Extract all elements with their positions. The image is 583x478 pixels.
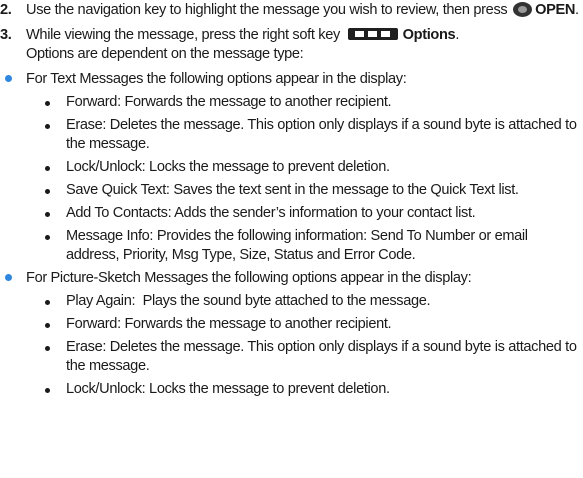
step-text: Use the navigation key to highlight the … <box>26 1 583 20</box>
bullet-icon <box>45 346 50 351</box>
bullet-icon <box>5 274 12 281</box>
key-label-options: Options <box>402 27 456 43</box>
section-heading: For Text Messages the following options … <box>26 71 407 87</box>
bullet-icon <box>45 189 50 194</box>
list-item-text: Erase: Deletes the message. This option … <box>66 339 577 374</box>
section-picture-sketch-messages: For Picture-Sketch Messages the followin… <box>0 269 583 288</box>
bullet-icon <box>45 166 50 171</box>
step-2: 2. Use the navigation key to highlight t… <box>0 1 583 20</box>
bullet-icon <box>45 101 50 106</box>
section-heading: For Picture-Sketch Messages the followin… <box>26 270 472 286</box>
bullet-icon <box>45 212 50 217</box>
list-item-text: Message Info: Provides the following inf… <box>66 228 528 263</box>
list-item: Erase: Deletes the message. This option … <box>32 338 583 376</box>
key-label-open: OPEN <box>535 2 576 18</box>
list-item: Lock/Unlock: Locks the message to preven… <box>32 380 583 399</box>
step-instruction: Use the navigation key to highlight the … <box>26 2 508 18</box>
list-item-text: Lock/Unlock: Locks the message to preven… <box>66 159 390 175</box>
step-note: Options are dependent on the message typ… <box>26 46 304 62</box>
step-text: While viewing the message, press the rig… <box>26 26 583 64</box>
list-item: Forward: Forwards the message to another… <box>32 315 583 334</box>
list-item-text: Forward: Forwards the message to another… <box>66 316 392 332</box>
step-number: 3. <box>0 27 12 43</box>
bullet-icon <box>45 124 50 129</box>
list-item-text: Lock/Unlock: Locks the message to preven… <box>66 381 390 397</box>
list-item: Forward: Forwards the message to another… <box>32 93 583 112</box>
list-item: Erase: Deletes the message. This option … <box>32 116 583 154</box>
list-item: Add To Contacts: Adds the sender’s infor… <box>32 204 583 223</box>
picture-sketch-options: Play Again: Plays the sound byte attache… <box>0 292 583 399</box>
punctuation: . <box>575 2 579 18</box>
list-item-text: Add To Contacts: Adds the sender’s infor… <box>66 205 476 221</box>
bullet-icon <box>45 323 50 328</box>
list-item: Lock/Unlock: Locks the message to preven… <box>32 158 583 177</box>
step-number: 2. <box>0 2 12 18</box>
manual-page: 2. Use the navigation key to highlight t… <box>0 1 583 399</box>
bullet-icon <box>5 75 12 82</box>
list-item: Message Info: Provides the following inf… <box>32 227 583 265</box>
list-item-text: Save Quick Text: Saves the text sent in … <box>66 182 519 198</box>
list-item-text: Erase: Deletes the message. This option … <box>66 117 577 152</box>
step-3: 3. While viewing the message, press the … <box>0 26 583 64</box>
list-item: Save Quick Text: Saves the text sent in … <box>32 181 583 200</box>
bullet-icon <box>45 388 50 393</box>
section-text-messages: For Text Messages the following options … <box>0 70 583 89</box>
bullet-icon <box>45 235 50 240</box>
text-message-options: Forward: Forwards the message to another… <box>0 93 583 265</box>
list-item-text: Play Again: Plays the sound byte attache… <box>66 293 431 309</box>
list-item: Play Again: Plays the sound byte attache… <box>32 292 583 311</box>
right-soft-key-icon <box>347 28 398 40</box>
list-item-text: Forward: Forwards the message to another… <box>66 94 392 110</box>
ok-key-icon <box>513 2 533 17</box>
punctuation: . <box>455 27 460 43</box>
bullet-icon <box>45 300 50 305</box>
step-instruction: While viewing the message, press the rig… <box>26 27 340 43</box>
